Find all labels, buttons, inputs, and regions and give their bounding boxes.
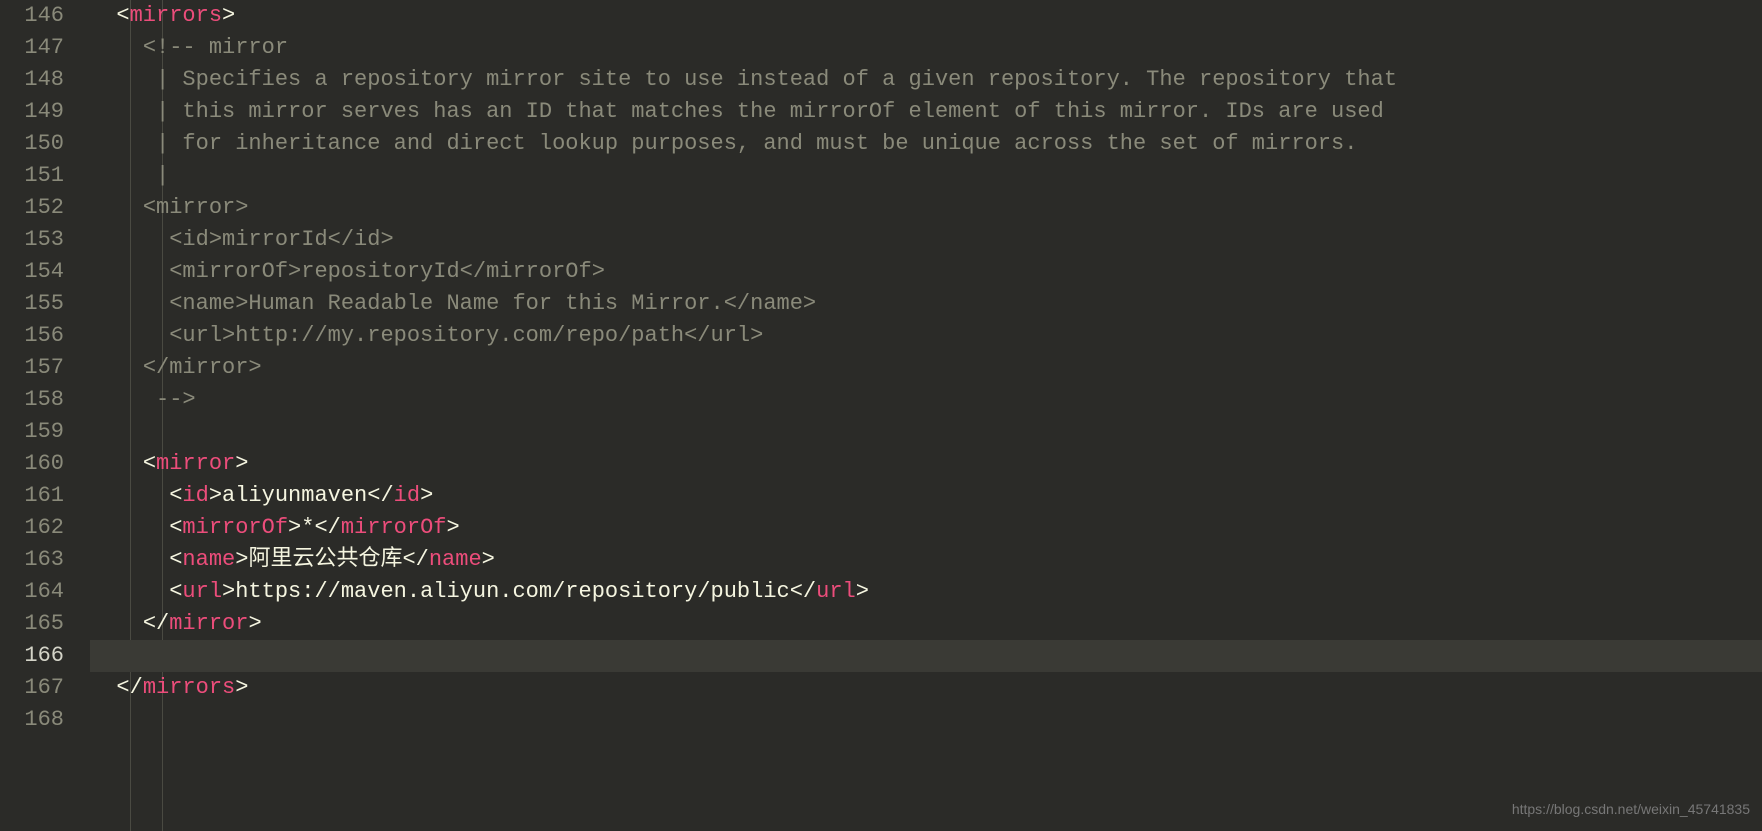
code-line[interactable]: | for inheritance and direct lookup purp… [90,128,1762,160]
line-number: 154 [0,256,64,288]
code-line[interactable]: <mirrorOf>repositoryId</mirrorOf> [90,256,1762,288]
code-line[interactable]: <name>Human Readable Name for this Mirro… [90,288,1762,320]
code-line[interactable]: <mirrorOf>*</mirrorOf> [90,512,1762,544]
line-number: 147 [0,32,64,64]
code-line[interactable]: <mirror> [90,192,1762,224]
line-number: 160 [0,448,64,480]
line-number: 152 [0,192,64,224]
code-area[interactable]: <mirrors> <!-- mirror | Specifies a repo… [82,0,1762,831]
code-line[interactable]: <mirrors> [90,0,1762,32]
code-line[interactable]: <url>https://maven.aliyun.com/repository… [90,576,1762,608]
line-number: 161 [0,480,64,512]
line-number: 150 [0,128,64,160]
line-number: 168 [0,704,64,736]
code-line[interactable]: <url>http://my.repository.com/repo/path<… [90,320,1762,352]
line-number: 165 [0,608,64,640]
line-number: 156 [0,320,64,352]
line-number: 146 [0,0,64,32]
code-line[interactable]: </mirror> [90,352,1762,384]
code-line[interactable]: | [90,160,1762,192]
line-number: 155 [0,288,64,320]
line-number: 157 [0,352,64,384]
code-line[interactable]: | Specifies a repository mirror site to … [90,64,1762,96]
code-line[interactable]: <!-- mirror [90,32,1762,64]
line-number: 166 [0,640,64,672]
code-line[interactable]: <id>aliyunmaven</id> [90,480,1762,512]
code-line[interactable]: <name>阿里云公共仓库</name> [90,544,1762,576]
line-number: 149 [0,96,64,128]
code-line[interactable]: <id>mirrorId</id> [90,224,1762,256]
line-number: 153 [0,224,64,256]
line-number: 151 [0,160,64,192]
code-line[interactable] [90,640,1762,672]
line-number: 158 [0,384,64,416]
watermark-text: https://blog.csdn.net/weixin_45741835 [1512,793,1750,825]
code-line[interactable]: | this mirror serves has an ID that matc… [90,96,1762,128]
code-editor[interactable]: 146 147 148 149 150 151 152 153 154 155 … [0,0,1762,831]
line-number: 163 [0,544,64,576]
line-number: 164 [0,576,64,608]
code-line[interactable]: --> [90,384,1762,416]
code-line[interactable] [90,704,1762,736]
line-number: 159 [0,416,64,448]
line-number: 162 [0,512,64,544]
code-line[interactable]: <mirror> [90,448,1762,480]
line-number-gutter: 146 147 148 149 150 151 152 153 154 155 … [0,0,82,831]
code-line[interactable]: </mirror> [90,608,1762,640]
line-number: 148 [0,64,64,96]
line-number: 167 [0,672,64,704]
code-line[interactable]: </mirrors> [90,672,1762,704]
code-line[interactable] [90,416,1762,448]
